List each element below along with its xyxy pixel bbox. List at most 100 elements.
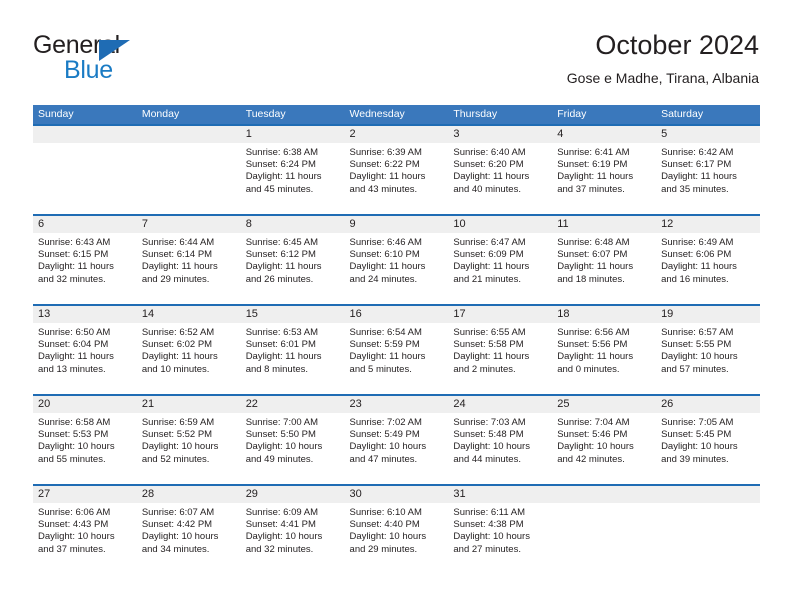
daylight-text-line1: Daylight: 10 hours: [557, 441, 634, 453]
calendar-day-cell[interactable]: 27 Sunrise: 6:06 AM Sunset: 4:43 PM Dayligh…: [33, 484, 137, 575]
calendar-day-cell[interactable]: 26 Sunrise: 7:05 AM Sunset: 5:45 PM Dayligh…: [656, 394, 760, 485]
calendar-day-cell[interactable]: 23 Sunrise: 7:02 AM Sunset: 5:49 PM Dayligh…: [344, 394, 449, 485]
daylight-text-line1: Daylight: 11 hours: [557, 351, 634, 363]
calendar-day-cell[interactable]: 10 Sunrise: 6:47 AM Sunset: 6:09 PM Dayligh…: [448, 214, 553, 305]
calendar-day-cell[interactable]: 19 Sunrise: 6:57 AM Sunset: 5:55 PM Dayligh…: [656, 304, 760, 395]
brand-logo[interactable]: General Blue: [33, 31, 233, 87]
daylight-text-line2: and 34 minutes.: [141, 543, 210, 555]
calendar-day-cell[interactable]: 18 Sunrise: 6:56 AM Sunset: 5:56 PM Dayligh…: [552, 304, 657, 395]
daylight-text-line1: Daylight: 11 hours: [349, 261, 426, 273]
calendar-day-cell[interactable]: 29 Sunrise: 6:09 AM Sunset: 4:41 PM Dayligh…: [240, 484, 345, 575]
day-number: 8: [240, 216, 345, 233]
daylight-text-line2: and 10 minutes.: [141, 363, 210, 375]
daylight-text-line2: and 29 minutes.: [349, 543, 418, 555]
sunrise-text: Sunrise: 7:00 AM: [245, 417, 319, 428]
sunrise-text: Sunrise: 6:39 AM: [349, 147, 422, 158]
sunrise-text: Sunrise: 6:43 AM: [38, 237, 111, 248]
day-number: 30: [344, 486, 449, 503]
day-details: Sunrise: 6:07 AM Sunset: 4:42 PM Daylight:…: [137, 503, 241, 556]
calendar-day-cell[interactable]: 14 Sunrise: 6:52 AM Sunset: 6:02 PM Dayligh…: [136, 304, 241, 395]
daylight-text-line2: and 45 minutes.: [245, 183, 314, 195]
sunset-text: Sunset: 4:40 PM: [349, 519, 420, 531]
day-details: Sunrise: 6:46 AM Sunset: 6:10 PM Daylight:…: [345, 233, 449, 286]
calendar-day-cell[interactable]: 9 Sunrise: 6:46 AM Sunset: 6:10 PM Daylight…: [344, 214, 449, 305]
calendar-day-cell[interactable]: 17 Sunrise: 6:55 AM Sunset: 5:58 PM Dayligh…: [448, 304, 553, 395]
sunrise-text: Sunrise: 6:42 AM: [661, 147, 734, 158]
calendar-day-cell[interactable]: 2 Sunrise: 6:39 AM Sunset: 6:22 PM Daylight…: [344, 124, 449, 215]
daylight-text-line2: and 26 minutes.: [245, 273, 314, 285]
calendar-day-cell[interactable]: 5 Sunrise: 6:42 AM Sunset: 6:17 PM Daylight…: [656, 124, 760, 215]
calendar-day-cell[interactable]: 3 Sunrise: 6:40 AM Sunset: 6:20 PM Daylight…: [448, 124, 553, 215]
daylight-text-line1: Daylight: 11 hours: [245, 351, 322, 363]
calendar-day-cell[interactable]: 12 Sunrise: 6:49 AM Sunset: 6:06 PM Dayligh…: [656, 214, 760, 305]
calendar-day-cell[interactable]: 15 Sunrise: 6:53 AM Sunset: 6:01 PM Dayligh…: [240, 304, 345, 395]
calendar-day-cell[interactable]: 22 Sunrise: 7:00 AM Sunset: 5:50 PM Dayligh…: [240, 394, 345, 485]
daylight-text-line1: Daylight: 11 hours: [349, 171, 426, 183]
calendar-day-cell[interactable]: 13 Sunrise: 6:50 AM Sunset: 6:04 PM Dayligh…: [33, 304, 137, 395]
daylight-text-line1: Daylight: 11 hours: [453, 261, 530, 273]
day-details: Sunrise: 6:06 AM Sunset: 4:43 PM Daylight:…: [33, 503, 137, 556]
calendar-day-cell[interactable]: 24 Sunrise: 7:03 AM Sunset: 5:48 PM Dayligh…: [448, 394, 553, 485]
sunrise-text: Sunrise: 6:40 AM: [453, 147, 526, 158]
daylight-text-line1: Daylight: 10 hours: [141, 531, 219, 543]
calendar-day-cell[interactable]: 28 Sunrise: 6:07 AM Sunset: 4:42 PM Dayligh…: [136, 484, 241, 575]
day-details: Sunrise: 6:57 AM Sunset: 5:55 PM Daylight:…: [656, 323, 760, 376]
daylight-text-line2: and 29 minutes.: [141, 273, 210, 285]
daylight-text-line1: Daylight: 11 hours: [557, 261, 634, 273]
brand-name-blue: Blue: [64, 56, 113, 84]
calendar-day-cell-empty: [33, 124, 137, 215]
calendar-day-cell[interactable]: 21 Sunrise: 6:59 AM Sunset: 5:52 PM Dayligh…: [136, 394, 241, 485]
day-details: Sunrise: 6:11 AM Sunset: 4:38 PM Daylight:…: [448, 503, 552, 556]
daylight-text-line1: Daylight: 11 hours: [141, 261, 218, 273]
day-number: 12: [656, 216, 760, 233]
calendar-day-cell[interactable]: 16 Sunrise: 6:54 AM Sunset: 5:59 PM Dayligh…: [344, 304, 449, 395]
day-number: 11: [552, 216, 657, 233]
day-details: Sunrise: 6:44 AM Sunset: 6:14 PM Daylight:…: [137, 233, 241, 286]
daylight-text-line1: Daylight: 10 hours: [349, 441, 427, 453]
sunrise-text: Sunrise: 6:57 AM: [661, 327, 734, 338]
day-number: 27: [33, 486, 137, 503]
day-number: 3: [448, 126, 553, 143]
sunset-text: Sunset: 6:24 PM: [245, 159, 316, 171]
day-number: 31: [448, 486, 553, 503]
sunrise-text: Sunrise: 6:38 AM: [245, 147, 319, 158]
day-number: 25: [552, 396, 657, 413]
daylight-text-line2: and 40 minutes.: [453, 183, 521, 195]
day-number: 24: [448, 396, 553, 413]
calendar-day-cell[interactable]: 8 Sunrise: 6:45 AM Sunset: 6:12 PM Daylight…: [240, 214, 345, 305]
day-number: 20: [33, 396, 137, 413]
day-number: 15: [240, 306, 345, 323]
calendar-day-cell[interactable]: 20 Sunrise: 6:58 AM Sunset: 5:53 PM Dayligh…: [33, 394, 137, 485]
daylight-text-line1: Daylight: 11 hours: [661, 171, 737, 183]
sunset-text: Sunset: 6:09 PM: [453, 249, 524, 261]
calendar-day-cell[interactable]: 4 Sunrise: 6:41 AM Sunset: 6:19 PM Daylight…: [552, 124, 657, 215]
calendar-day-cell[interactable]: 31 Sunrise: 6:11 AM Sunset: 4:38 PM Dayligh…: [448, 484, 553, 575]
sunset-text: Sunset: 6:04 PM: [38, 339, 109, 351]
calendar-day-cell[interactable]: 25 Sunrise: 7:04 AM Sunset: 5:46 PM Dayligh…: [552, 394, 657, 485]
daylight-text-line1: Daylight: 11 hours: [661, 261, 737, 273]
day-number: [136, 126, 241, 143]
day-number: [552, 486, 657, 503]
day-number: 18: [552, 306, 657, 323]
weekday-header-row: Sunday Monday Tuesday Wednesday Thursday…: [33, 105, 760, 125]
sunset-text: Sunset: 5:45 PM: [661, 429, 732, 441]
calendar-day-cell[interactable]: 11 Sunrise: 6:48 AM Sunset: 6:07 PM Dayligh…: [552, 214, 657, 305]
sunset-text: Sunset: 6:14 PM: [141, 249, 213, 261]
sunset-text: Sunset: 5:56 PM: [557, 339, 628, 351]
calendar-day-cell[interactable]: 1 Sunrise: 6:38 AM Sunset: 6:24 PM Daylight…: [240, 124, 345, 215]
calendar-day-cell[interactable]: 6 Sunrise: 6:43 AM Sunset: 6:15 PM Daylight…: [33, 214, 137, 305]
daylight-text-line2: and 42 minutes.: [557, 453, 625, 465]
sunset-text: Sunset: 5:53 PM: [38, 429, 109, 441]
weekday-header-monday: Monday: [136, 105, 241, 125]
calendar-day-cell[interactable]: 30 Sunrise: 6:10 AM Sunset: 4:40 PM Dayligh…: [344, 484, 449, 575]
day-number: 26: [656, 396, 760, 413]
calendar-day-cell[interactable]: 7 Sunrise: 6:44 AM Sunset: 6:14 PM Daylight…: [136, 214, 241, 305]
sunrise-text: Sunrise: 6:10 AM: [349, 507, 422, 518]
day-number: [656, 486, 760, 503]
day-details: Sunrise: 6:58 AM Sunset: 5:53 PM Daylight:…: [33, 413, 137, 466]
sunrise-text: Sunrise: 6:48 AM: [557, 237, 630, 248]
page-title: October 2024: [595, 30, 759, 60]
sunset-text: Sunset: 6:17 PM: [661, 159, 732, 171]
sunset-text: Sunset: 4:43 PM: [38, 519, 109, 531]
day-number: 21: [136, 396, 241, 413]
